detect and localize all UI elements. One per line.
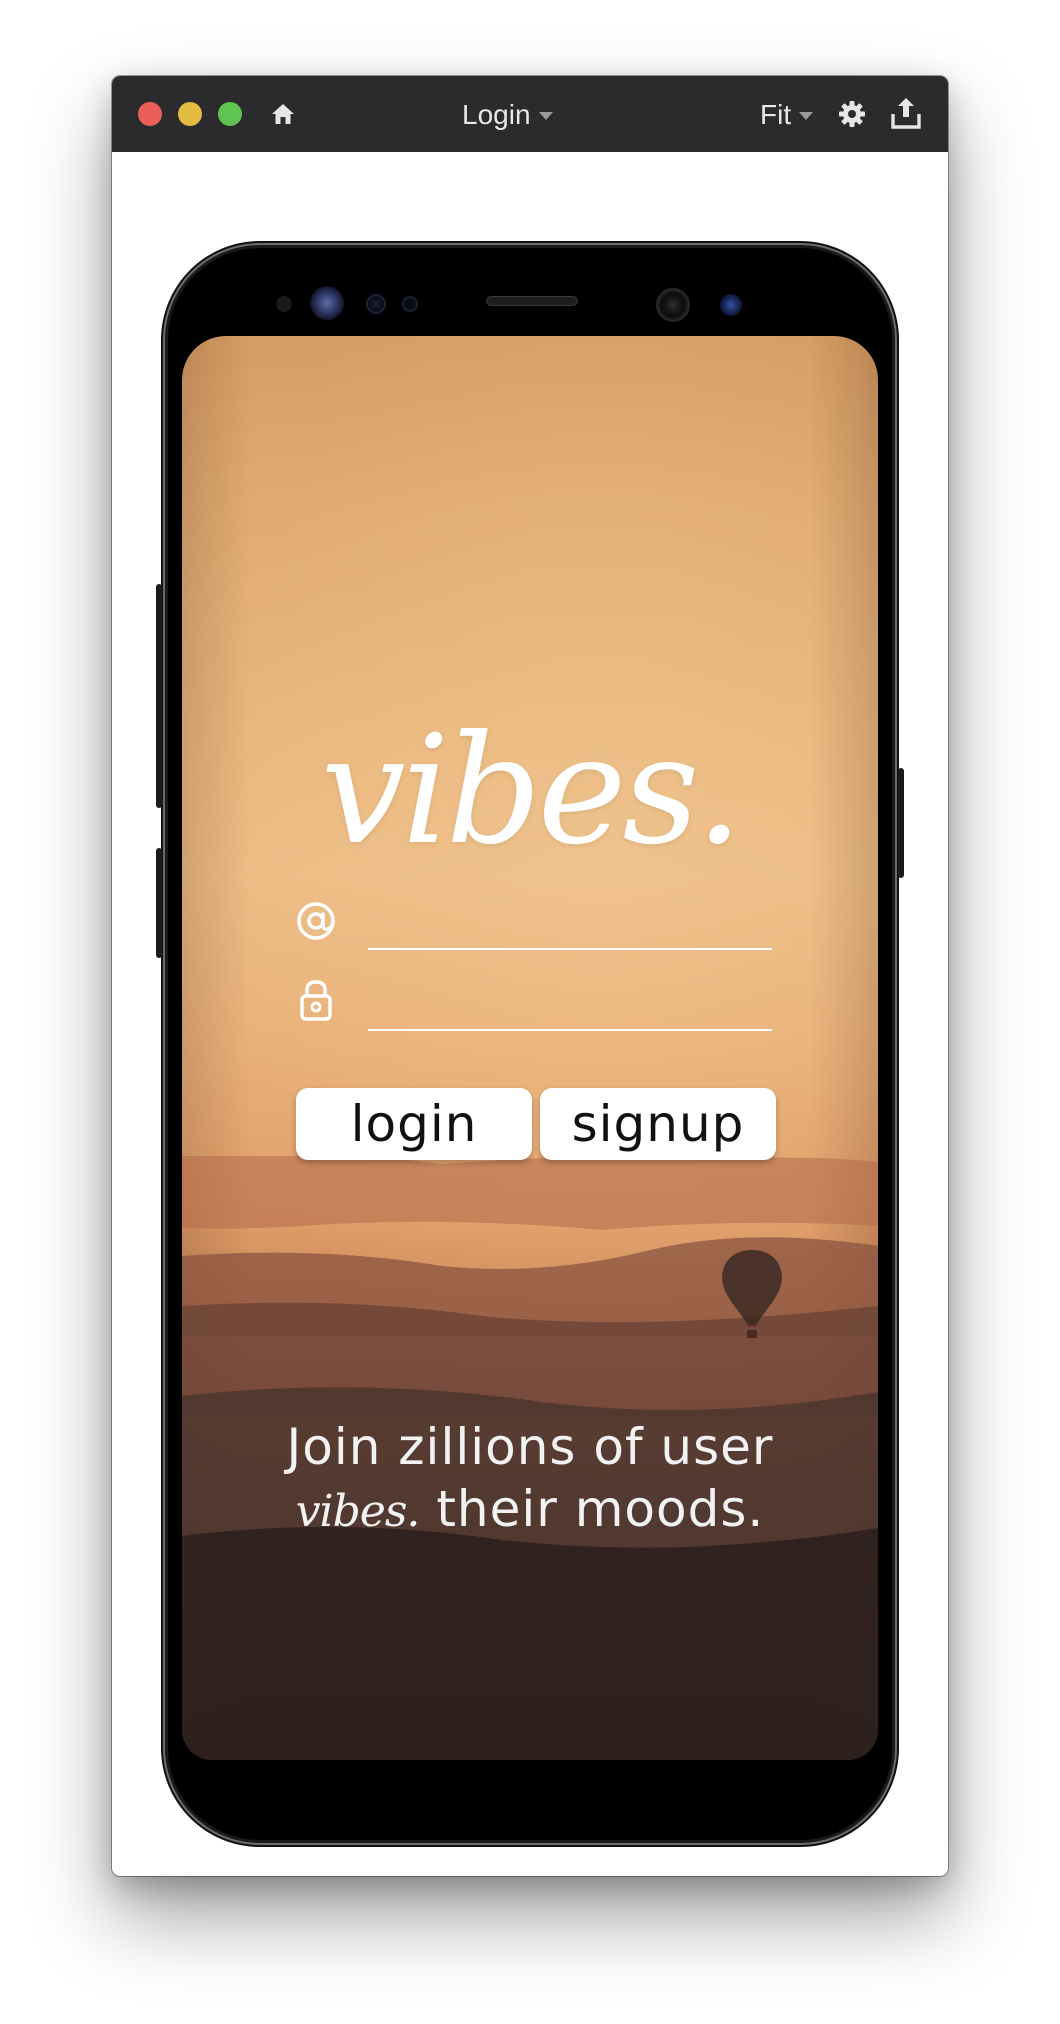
gear-icon[interactable] xyxy=(836,98,868,130)
sensor-icon xyxy=(366,294,386,314)
page-title-dropdown[interactable]: Login xyxy=(462,95,553,135)
tagline-brand: vibes. xyxy=(295,1486,421,1537)
power-button xyxy=(898,768,904,878)
front-camera-icon xyxy=(656,288,690,322)
app-window: Login Fit vibes. login signup Join zilli… xyxy=(112,76,948,1876)
home-icon[interactable] xyxy=(269,100,297,128)
share-icon[interactable] xyxy=(890,96,922,130)
sensor-icon xyxy=(720,294,742,316)
tagline-line-2: vibes. their moods. xyxy=(182,1478,878,1543)
zoom-label: Fit xyxy=(760,99,792,130)
iris-scanner-icon xyxy=(310,286,344,320)
bixby-button xyxy=(156,848,162,958)
app-logo: vibes. xyxy=(320,704,743,878)
login-button[interactable]: login xyxy=(296,1088,532,1160)
tagline: Join zillions of user vibes. their moods… xyxy=(182,1416,878,1543)
sensor-icon xyxy=(276,296,292,312)
hot-air-balloon xyxy=(722,1250,782,1338)
sensor-icon xyxy=(402,296,418,312)
tagline-line-1: Join zillions of user xyxy=(286,1418,774,1476)
email-input[interactable] xyxy=(368,910,772,950)
minimize-button[interactable] xyxy=(178,102,202,126)
at-icon xyxy=(297,902,335,940)
app-screen: vibes. login signup Join zillions of use… xyxy=(182,336,878,1760)
chevron-down-icon xyxy=(538,112,553,120)
earpiece-speaker xyxy=(486,296,578,306)
lock-icon xyxy=(300,980,332,1021)
title-bar: Login Fit xyxy=(112,76,948,152)
close-button[interactable] xyxy=(138,102,162,126)
volume-button xyxy=(156,584,162,808)
maximize-button[interactable] xyxy=(218,102,242,126)
signup-button[interactable]: signup xyxy=(540,1088,776,1160)
password-input[interactable] xyxy=(368,991,772,1031)
chevron-down-icon xyxy=(799,112,814,120)
tagline-text: their moods. xyxy=(436,1480,765,1538)
page-title: Login xyxy=(462,99,531,130)
zoom-dropdown[interactable]: Fit xyxy=(760,95,814,135)
phone-frame: vibes. login signup Join zillions of use… xyxy=(156,248,904,1840)
